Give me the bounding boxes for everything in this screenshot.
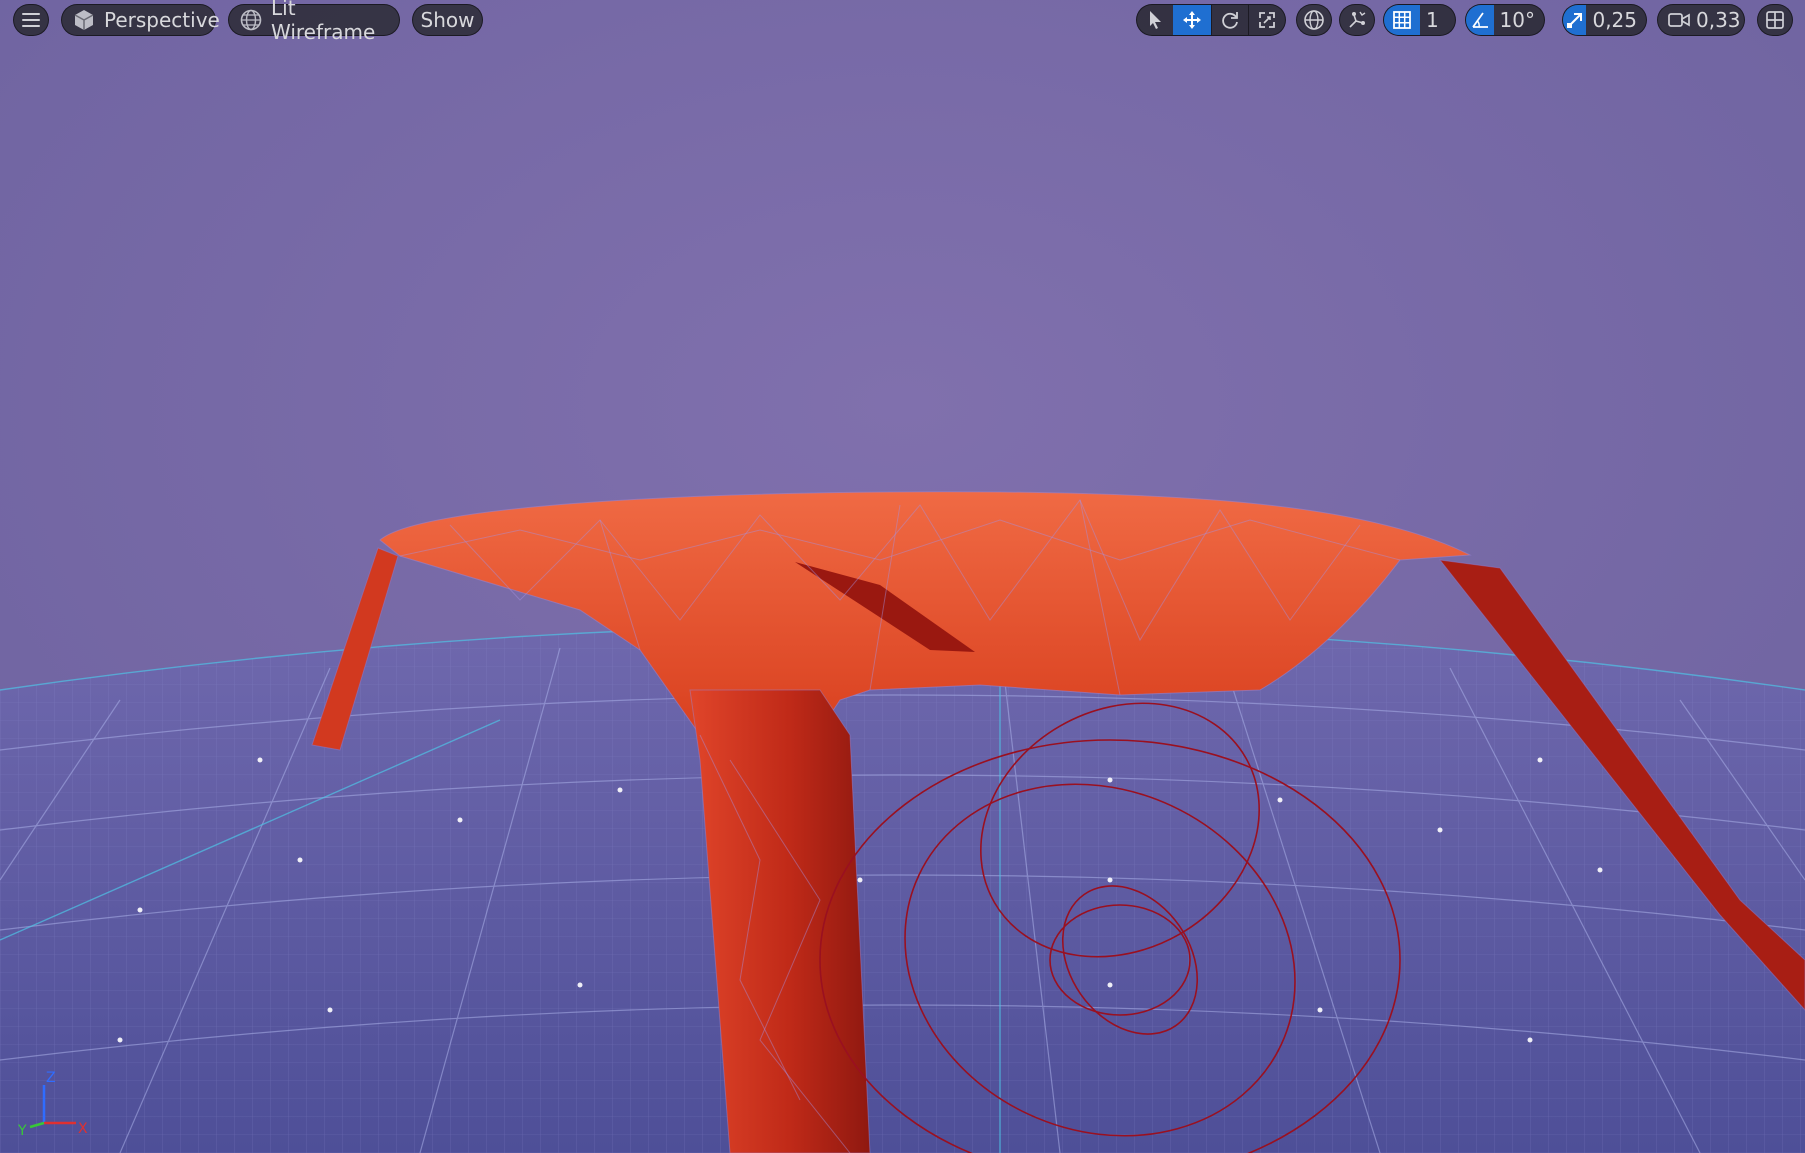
hamburger-icon — [22, 13, 40, 27]
view-mode-dropdown[interactable]: Perspective — [61, 4, 220, 36]
rotate-tool-button[interactable] — [1211, 5, 1248, 35]
grid-snap-value[interactable]: 1 — [1420, 8, 1448, 32]
scale-icon — [1259, 12, 1275, 28]
rotation-snap-control[interactable]: 10° — [1465, 4, 1545, 36]
viewport-scene[interactable] — [0, 0, 1805, 1153]
scale-snap-control[interactable]: 0,25 — [1562, 4, 1647, 36]
floor-grid — [0, 624, 1805, 1153]
globe-wire-icon — [240, 9, 262, 31]
rotate-icon — [1222, 12, 1238, 29]
render-mode-label: Lit Wireframe — [271, 0, 376, 44]
show-dropdown[interactable]: Show — [412, 4, 483, 36]
rotation-snap-value[interactable]: 10° — [1494, 8, 1544, 32]
translate-tool-button[interactable] — [1173, 5, 1211, 35]
camera-icon — [1668, 13, 1690, 27]
scale-snap-toggle[interactable] — [1563, 5, 1587, 35]
angle-icon — [1472, 12, 1488, 28]
select-tool-button[interactable] — [1137, 5, 1173, 35]
grid-icon — [1393, 11, 1411, 29]
viewport-menu-button[interactable] — [13, 4, 49, 36]
show-label: Show — [420, 8, 475, 32]
surface-snap-button[interactable] — [1339, 4, 1375, 36]
camera-speed-control[interactable]: 0,33 — [1657, 4, 1745, 36]
rotation-snap-toggle[interactable] — [1466, 5, 1494, 35]
scale-arrow-icon — [1566, 13, 1582, 28]
layout-grid-icon — [1766, 11, 1784, 29]
grid-snap-toggle[interactable] — [1384, 5, 1420, 35]
surface-snap-icon — [1349, 11, 1366, 28]
axis-x-label: X — [78, 1121, 88, 1137]
coordinate-space-button[interactable] — [1296, 4, 1332, 36]
viewport-layout-button[interactable] — [1757, 4, 1793, 36]
cube-icon — [74, 10, 94, 30]
render-mode-dropdown[interactable]: Lit Wireframe — [228, 0, 400, 44]
axis-y-label: Y — [17, 1123, 27, 1139]
move-icon — [1183, 11, 1201, 29]
camera-speed-value: 0,33 — [1696, 8, 1741, 32]
transform-tools — [1136, 4, 1286, 36]
cursor-icon — [1150, 11, 1161, 29]
world-icon — [1304, 10, 1324, 30]
scale-snap-value[interactable]: 0,25 — [1586, 8, 1646, 32]
axis-gizmo: Z Y X — [17, 1070, 88, 1139]
view-mode-label: Perspective — [104, 8, 220, 32]
scale-tool-button[interactable] — [1248, 5, 1285, 35]
axis-z-label: Z — [46, 1070, 56, 1086]
grid-snap-control[interactable]: 1 — [1383, 4, 1456, 36]
